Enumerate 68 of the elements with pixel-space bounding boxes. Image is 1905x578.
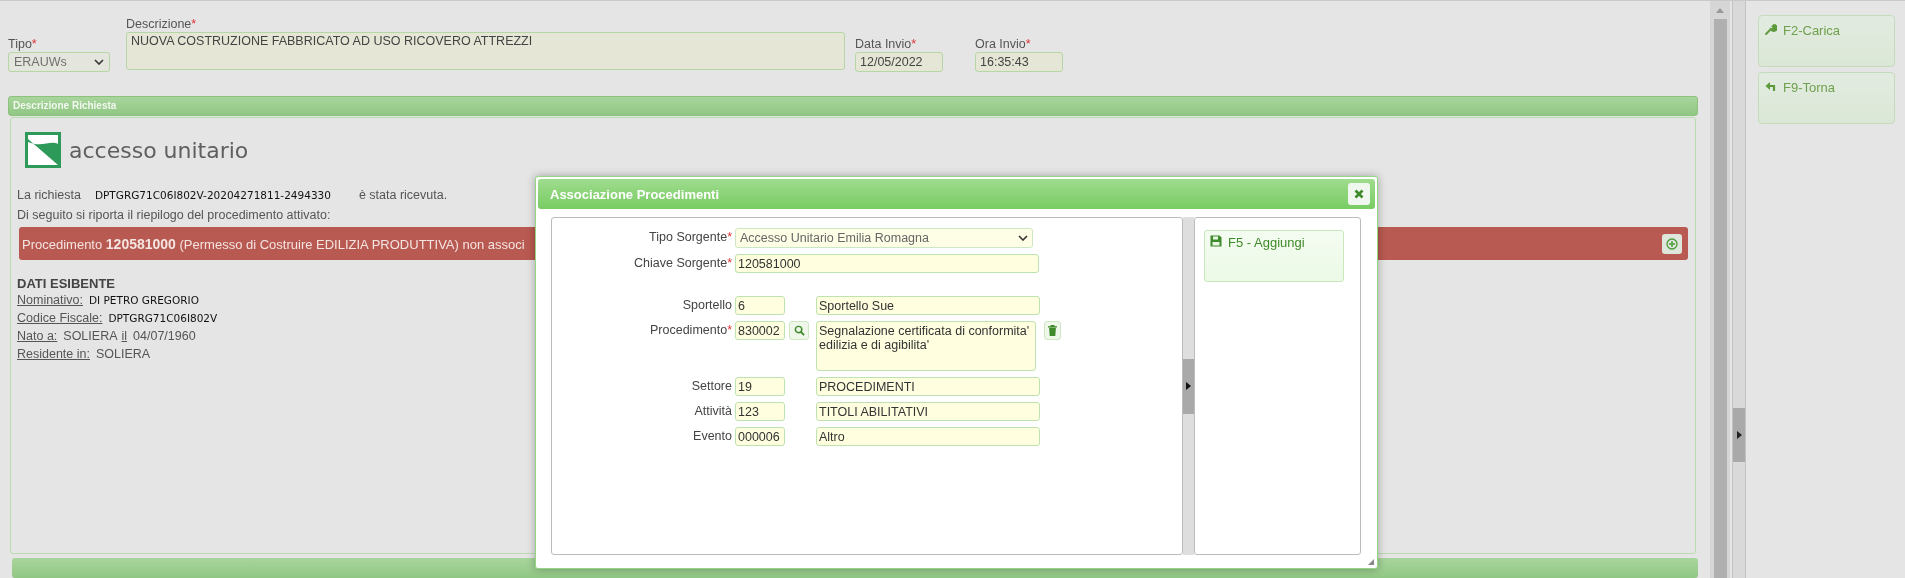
logo-icon	[25, 132, 61, 169]
code-field[interactable]: 000006	[735, 427, 785, 446]
summary-text: Di seguito si riporta il riepilogo del procedimento attivato:	[17, 207, 332, 225]
field-label: Procedimento*	[649, 322, 732, 339]
field-label: Tipo Sorgente*	[648, 229, 732, 246]
field-label: Attività	[693, 403, 732, 420]
delete-button[interactable]	[1044, 321, 1061, 340]
tipo-select[interactable]: ERAUWs	[8, 52, 110, 73]
date-field[interactable]: 12/05/2022	[855, 52, 943, 73]
field-label: Settore	[690, 378, 732, 395]
applicant-value: 04/07/1960	[133, 328, 196, 346]
trash-icon	[1048, 325, 1057, 336]
wrench-icon	[1765, 23, 1777, 35]
field-label: Data Invio*	[855, 37, 918, 52]
close-icon	[1354, 189, 1364, 199]
field-label: Tipo*	[8, 37, 38, 52]
applicant-value: DI PETRO GREGORIO	[89, 293, 199, 309]
field-label: Evento	[692, 428, 732, 445]
logo-text: accesso unitario	[69, 137, 249, 163]
scroll-up-icon	[1716, 8, 1724, 13]
code-field[interactable]: 123	[735, 402, 785, 421]
applicant-value: SOLIERA	[95, 346, 151, 364]
resize-grip-icon	[1368, 559, 1374, 565]
applicant-label: Nato a:	[17, 328, 58, 346]
time-field[interactable]: 16:35:43	[975, 52, 1063, 73]
request-label: La richiesta	[17, 187, 81, 205]
applicant-label: Nominativo:	[17, 292, 83, 310]
applicant-label: Codice Fiscale:	[17, 310, 103, 328]
key-field[interactable]: 120581000	[735, 254, 1039, 273]
description-field[interactable]: Altro	[816, 427, 1040, 446]
request-code: DPTGRG71C06I802V-20204271811-2494330	[94, 188, 331, 204]
description-field[interactable]: Sportello Sue	[816, 296, 1040, 315]
code-field[interactable]: 6	[735, 296, 785, 315]
section-header: Descrizione Richiesta	[8, 96, 1698, 117]
code-field[interactable]: 19	[735, 377, 785, 396]
code-field[interactable]: 830002	[735, 321, 785, 340]
applicant-value: DPTGRG71C06I802V	[108, 311, 218, 327]
collapse-handle[interactable]	[1733, 407, 1745, 462]
back-arrow-icon	[1765, 80, 1777, 92]
applicant-label: il	[121, 328, 128, 346]
field-label: Chiave Sorgente*	[633, 255, 732, 272]
chevron-icon	[94, 59, 104, 66]
description-field[interactable]: PROCEDIMENTI	[816, 377, 1040, 396]
save-icon	[1210, 235, 1222, 247]
applicant-title: DATI ESIBENTE	[17, 276, 116, 292]
add-button[interactable]	[1662, 233, 1682, 254]
arrow-right-icon	[1736, 430, 1742, 439]
arrow-right-icon	[1186, 382, 1191, 390]
add-button[interactable]: F5 - Aggiungi	[1204, 230, 1344, 282]
field-label: Sportello	[681, 297, 732, 314]
search-icon	[793, 325, 805, 336]
field-label: Ora Invio*	[975, 37, 1032, 52]
description-field[interactable]: NUOVA COSTRUZIONE FABBRICATO AD USO RICOVERO ATTREZZI	[126, 32, 845, 71]
chevron-icon	[1018, 235, 1028, 241]
close-button[interactable]	[1348, 183, 1370, 205]
scrollbar[interactable]	[1710, 1, 1730, 578]
search-button[interactable]	[789, 321, 809, 340]
dialog-title: Associazione Procedimenti	[550, 186, 720, 202]
splitter-handle[interactable]	[1183, 358, 1194, 414]
plus-circle-icon	[1666, 237, 1678, 250]
description-field[interactable]: Segnalazione certificata di conformita' edilizia e di agibilita'	[816, 321, 1036, 371]
alert-text: Procedimento 120581000 (Permesso di Costruire EDILIZIA PRODUTTIVA) non associ	[22, 235, 525, 252]
description-field[interactable]: TITOLI ABILITATIVI	[816, 402, 1040, 421]
source-select[interactable]: Accesso Unitario Emilia Romagna	[735, 228, 1033, 248]
request-status: è stata ricevuta.	[358, 187, 448, 205]
applicant-value: SOLIERA	[63, 328, 118, 346]
field-label: Descrizione*	[126, 17, 198, 32]
applicant-label: Residente in:	[17, 346, 90, 364]
